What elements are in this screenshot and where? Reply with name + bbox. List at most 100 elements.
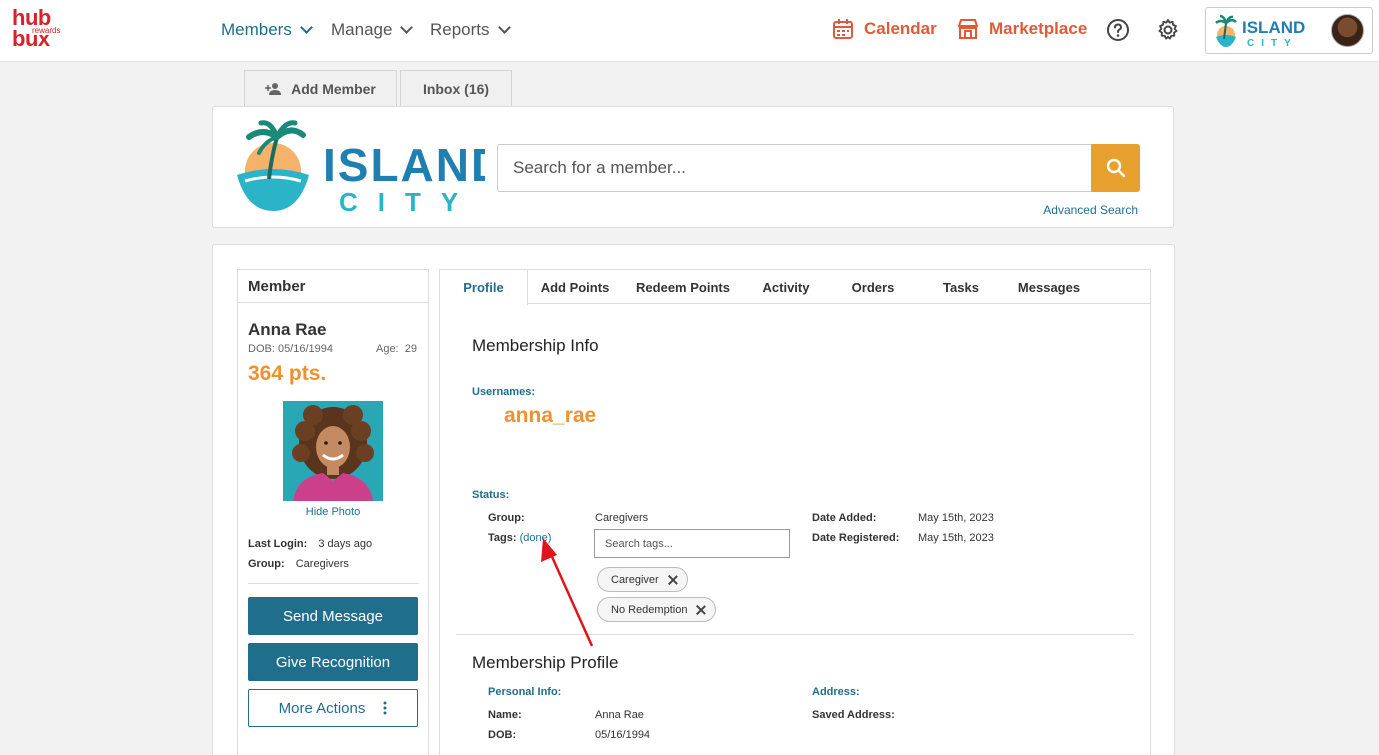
logo-line1: hub	[12, 5, 51, 30]
status-group-value: Caregivers	[595, 512, 649, 524]
more-actions-label: More Actions	[278, 699, 366, 717]
profile-tabs: Profile Add Points Redeem Points Activit…	[440, 270, 1150, 305]
status-label: Status:	[472, 489, 510, 501]
hubbux-logo[interactable]: hub bux rewards	[12, 5, 61, 52]
search-icon	[1106, 158, 1125, 178]
nav-members-label: Members	[221, 20, 292, 39]
inbox-label: Inbox (16)	[422, 81, 490, 97]
member-dob: DOB: 05/16/1994	[248, 343, 334, 355]
member-name: Anna Rae	[248, 320, 327, 339]
add-user-icon	[265, 83, 282, 95]
logo-island-text: ISLAND	[323, 139, 485, 191]
nav-reports-label: Reports	[430, 20, 490, 39]
last-login-value: 3 days ago	[318, 538, 373, 550]
tab-profile[interactable]: Profile	[440, 270, 528, 305]
usernames-label: Usernames:	[472, 386, 535, 398]
nav-manage[interactable]: Manage	[331, 20, 414, 40]
tag-chip: Caregiver	[597, 567, 688, 592]
nav-marketplace-label: Marketplace	[989, 19, 1088, 38]
org-switcher[interactable]: ISLAND CITY	[1205, 7, 1373, 54]
tags-search-input[interactable]	[594, 529, 790, 558]
nav-members[interactable]: Members	[221, 20, 313, 40]
top-navbar: hub bux rewards Members Manage Reports C…	[0, 0, 1379, 62]
nav-reports[interactable]: Reports	[430, 20, 511, 40]
tag-chip-label: No Redemption	[611, 603, 688, 616]
close-icon[interactable]	[695, 604, 707, 616]
search-header-card: ISLAND CITY Advanced Search	[212, 106, 1174, 228]
member-age-label: Age:	[375, 343, 399, 355]
member-age-value: 29	[404, 343, 417, 355]
org-line2: CITY	[1247, 38, 1298, 49]
membership-info-title: Membership Info	[472, 336, 599, 355]
tags-label-row: Tags: (done)	[488, 532, 551, 544]
date-registered-label: Date Registered:	[812, 532, 900, 544]
chevron-down-icon	[400, 21, 414, 34]
island-city-logo: ISLAND CITY	[237, 120, 485, 217]
section-divider	[456, 634, 1134, 635]
profile-name-label: Name:	[488, 709, 522, 721]
tab-add-points[interactable]: Add Points	[530, 270, 620, 304]
hide-photo-link[interactable]: Hide Photo	[238, 506, 428, 518]
member-age: Age: 29	[376, 343, 417, 355]
date-added-value: May 15th, 2023	[918, 512, 994, 524]
sidebar-divider	[248, 583, 419, 584]
tags-label: Tags:	[488, 532, 517, 544]
calendar-icon	[833, 19, 853, 39]
logo-tagline: rewards	[32, 26, 61, 35]
close-icon[interactable]	[667, 574, 679, 586]
tag-chip: No Redemption	[597, 597, 717, 622]
membership-profile-title: Membership Profile	[472, 653, 619, 672]
chevron-down-icon	[299, 21, 313, 34]
advanced-search-link[interactable]: Advanced Search	[1043, 203, 1138, 217]
gear-icon[interactable]	[1156, 18, 1180, 42]
more-actions-button[interactable]: More Actions	[248, 689, 418, 727]
inbox-tab[interactable]: Inbox (16)	[400, 70, 512, 107]
chevron-down-icon	[497, 21, 511, 34]
member-search-input[interactable]	[498, 145, 1088, 191]
more-vertical-icon	[383, 701, 387, 715]
org-line1: ISLAND	[1242, 18, 1305, 37]
member-sidebar: Member Anna Rae DOB: 05/16/1994 Age: 29 …	[237, 269, 429, 755]
logo-city-text: CITY	[339, 187, 478, 217]
search-button[interactable]	[1091, 144, 1140, 192]
member-portrait	[283, 401, 383, 501]
personal-info-label: Personal Info:	[488, 686, 562, 698]
group-value: Caregivers	[295, 558, 349, 570]
group-row: Group: Caregivers	[248, 558, 349, 570]
island-city-small-logo: ISLAND CITY	[1215, 14, 1305, 49]
tags-done-link[interactable]: (done)	[520, 532, 552, 544]
profile-panel: Profile Add Points Redeem Points Activit…	[439, 269, 1151, 755]
send-message-button[interactable]: Send Message	[248, 597, 418, 635]
member-search	[497, 144, 1140, 192]
last-login-label: Last Login:	[248, 538, 308, 550]
date-added-label: Date Added:	[812, 512, 877, 524]
member-panel-title: Member	[238, 270, 428, 303]
nav-calendar-label: Calendar	[864, 19, 937, 38]
tab-orders[interactable]: Orders	[836, 270, 910, 304]
saved-address-label: Saved Address:	[812, 709, 895, 721]
add-member-label: Add Member	[291, 81, 376, 97]
nav-marketplace[interactable]: Marketplace	[957, 18, 1087, 40]
tab-activity[interactable]: Activity	[746, 270, 826, 304]
help-icon[interactable]	[1106, 18, 1130, 42]
tab-tasks[interactable]: Tasks	[924, 270, 998, 304]
profile-dob-label: DOB:	[488, 729, 517, 741]
tab-messages[interactable]: Messages	[1010, 270, 1088, 304]
storefront-icon	[958, 19, 978, 39]
date-registered-value: May 15th, 2023	[918, 532, 994, 544]
member-photo	[283, 401, 383, 501]
nav-manage-label: Manage	[331, 20, 393, 39]
profile-name-value: Anna Rae	[595, 709, 644, 721]
status-group-label: Group:	[488, 512, 525, 524]
tab-redeem-points[interactable]: Redeem Points	[628, 270, 738, 304]
give-recognition-button[interactable]: Give Recognition	[248, 643, 418, 681]
last-login-row: Last Login: 3 days ago	[248, 538, 372, 550]
username-value: anna_rae	[504, 404, 597, 427]
user-avatar[interactable]	[1331, 14, 1364, 47]
nav-calendar[interactable]: Calendar	[832, 18, 937, 40]
tag-chip-label: Caregiver	[611, 573, 659, 586]
profile-dob-value: 05/16/1994	[595, 729, 651, 741]
member-points: 364 pts.	[248, 362, 327, 385]
add-member-tab[interactable]: Add Member	[244, 70, 397, 107]
group-label: Group:	[248, 558, 285, 570]
